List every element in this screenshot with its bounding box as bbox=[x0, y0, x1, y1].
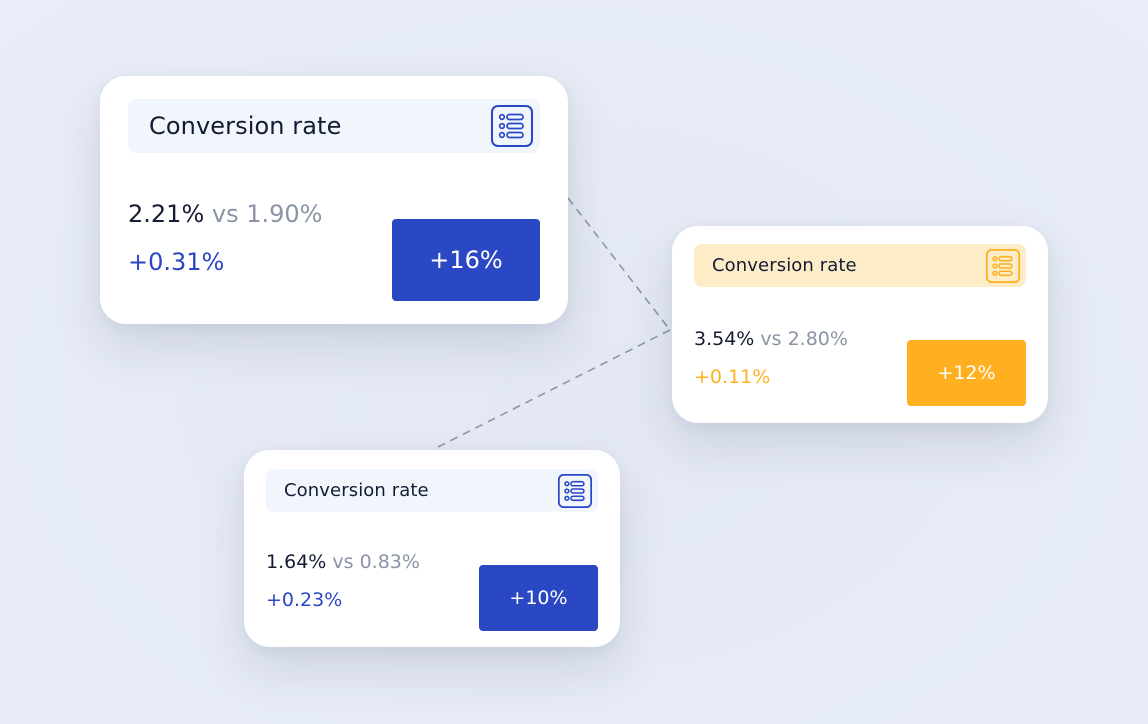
card-title: Conversion rate bbox=[712, 255, 857, 276]
delta-value: +0.31% bbox=[128, 248, 225, 276]
card-header: Conversion rate bbox=[694, 244, 1026, 287]
card-title: Conversion rate bbox=[284, 480, 429, 501]
current-value: 1.64% bbox=[266, 551, 327, 573]
percent-change-badge: +10% bbox=[479, 565, 598, 631]
connector-line-top bbox=[567, 197, 671, 331]
comparison-value: vs 0.83% bbox=[332, 551, 420, 573]
list-icon[interactable] bbox=[986, 248, 1020, 283]
delta-value: +0.23% bbox=[266, 589, 343, 611]
metric-card-3: Conversion rate 1.64% vs 0.83% +0.23% +1… bbox=[244, 450, 620, 647]
list-icon[interactable] bbox=[558, 473, 592, 508]
current-value: 2.21% bbox=[128, 200, 205, 228]
current-value: 3.54% bbox=[694, 328, 755, 350]
metric-values: 2.21% vs 1.90% bbox=[128, 200, 322, 228]
comparison-value: vs 1.90% bbox=[211, 200, 323, 228]
delta-value: +0.11% bbox=[694, 366, 771, 388]
list-icon[interactable] bbox=[491, 105, 533, 147]
percent-change-badge: +16% bbox=[392, 219, 540, 301]
connector-line-bottom bbox=[431, 329, 671, 451]
percent-change-badge: +12% bbox=[907, 340, 1026, 406]
metric-card-2: Conversion rate 3.54% vs 2.80% +0.11% +1… bbox=[672, 226, 1048, 423]
metric-card-1: Conversion rate 2.21% vs 1.90% +0.31% +1… bbox=[100, 76, 568, 324]
card-header: Conversion rate bbox=[128, 99, 540, 153]
comparison-value: vs 2.80% bbox=[760, 328, 848, 350]
metric-values: 1.64% vs 0.83% bbox=[266, 551, 420, 573]
card-title: Conversion rate bbox=[149, 112, 342, 140]
metric-values: 3.54% vs 2.80% bbox=[694, 328, 848, 350]
card-header: Conversion rate bbox=[266, 469, 598, 512]
